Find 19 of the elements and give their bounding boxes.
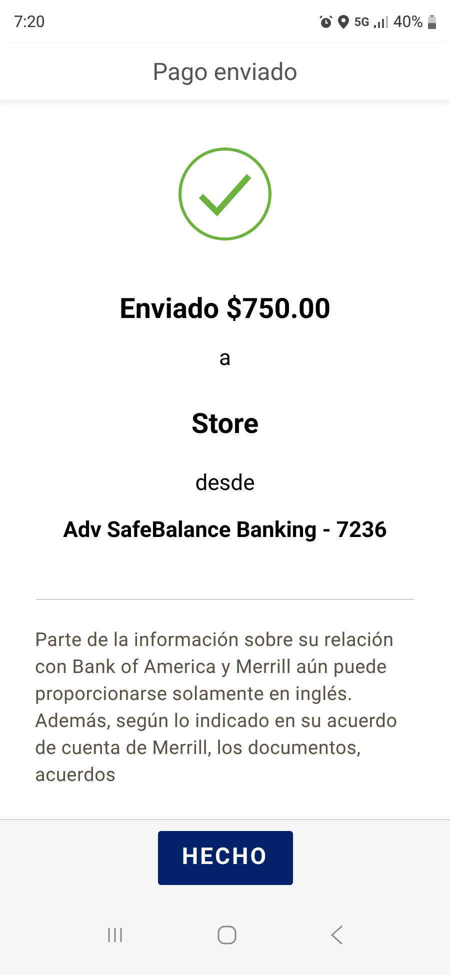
location-icon [338, 15, 350, 29]
recipient-name: Store [191, 406, 259, 442]
signal-icon [374, 16, 388, 28]
connector-text: desde [195, 470, 255, 498]
network-label: 5G [354, 14, 370, 31]
page-title: Pago enviado [152, 57, 298, 88]
back-icon[interactable] [330, 925, 344, 945]
home-icon[interactable] [216, 925, 237, 945]
status-time: 7:20 [14, 11, 45, 33]
alarm-icon [319, 15, 334, 29]
check-circle-icon [177, 146, 273, 242]
battery-icon [428, 15, 436, 29]
recent-apps-icon[interactable] [106, 926, 124, 944]
disclaimer-text: Parte de la información sobre su relación con Bank of America y Merrill aún puede proporcionarse solamente en inglés. Además, según lo indicado en su acuerdo de cuenta de Merrill, los documentos, acuerdos [35, 627, 398, 788]
done-button[interactable]: HECHO [158, 830, 292, 884]
account-name: Adv SafeBalance Banking - 7236 [63, 517, 387, 545]
amount-sent: Enviado $750.00 [119, 291, 331, 327]
connector-text: a [219, 345, 231, 373]
battery-percent: 40% [393, 11, 423, 33]
